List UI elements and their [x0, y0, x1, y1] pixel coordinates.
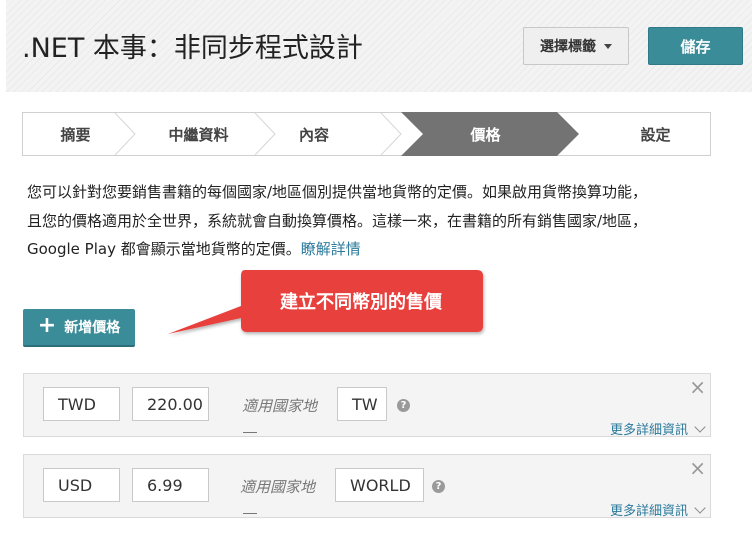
- currency-field[interactable]: USD: [43, 468, 120, 502]
- add-price-button[interactable]: + 新增價格: [23, 309, 135, 347]
- checkbox-partial: [243, 513, 257, 518]
- step-pricing[interactable]: 價格: [428, 113, 543, 155]
- price-amount-field[interactable]: 6.99: [132, 468, 209, 502]
- step-settings[interactable]: 設定: [603, 113, 708, 155]
- step-navigation: 摘要 中繼資料 內容 價格 設定: [22, 112, 711, 156]
- callout-text: 建立不同幣別的售價: [280, 292, 442, 313]
- step-separator-icon: [380, 113, 402, 155]
- step-content[interactable]: 內容: [273, 113, 355, 155]
- pricing-description: 您可以針對您要銷售書籍的每個國家/地區個別提供當地貨幣的定價。如果啟用貨幣換算功…: [27, 178, 707, 264]
- book-header: .NET 本事：非同步程式設計 選擇標籤 儲存: [6, 0, 752, 92]
- help-icon[interactable]: ?: [432, 480, 445, 493]
- applies-to-label: 適用國家地: [242, 397, 318, 415]
- save-button[interactable]: 儲存: [648, 27, 743, 65]
- more-details-toggle[interactable]: 更多詳細資訊: [609, 419, 706, 438]
- description-line: 且您的價格適用於全世界，系統就會自動換算價格。這樣一來，在書籍的所有銷售國家/地…: [27, 211, 648, 230]
- checkbox-partial: [243, 432, 257, 437]
- region-field[interactable]: WORLD: [335, 468, 424, 502]
- description-line: 您可以針對您要銷售書籍的每個國家/地區個別提供當地貨幣的定價。如果啟用貨幣換算功…: [27, 183, 648, 201]
- applies-to-label: 適用國家地: [240, 478, 316, 496]
- price-card: TWD 220.00 適用國家地 TW ? × 更多詳細資訊: [23, 373, 711, 438]
- book-title: .NET 本事：非同步程式設計: [22, 33, 363, 64]
- region-field[interactable]: TW: [337, 387, 387, 421]
- plus-icon: +: [37, 313, 57, 338]
- more-details-toggle[interactable]: 更多詳細資訊: [609, 500, 706, 519]
- add-price-label: 新增價格: [64, 320, 121, 336]
- close-icon[interactable]: ×: [689, 375, 706, 399]
- chevron-down-icon: [694, 420, 706, 433]
- price-card: USD 6.99 適用國家地 WORLD ? × 更多詳細資訊: [23, 454, 711, 519]
- currency-field[interactable]: TWD: [43, 387, 120, 421]
- help-icon[interactable]: ?: [397, 399, 410, 412]
- close-icon[interactable]: ×: [689, 456, 706, 480]
- learn-more-link[interactable]: 瞭解詳情: [301, 240, 361, 258]
- price-amount-field[interactable]: 220.00: [132, 387, 209, 421]
- step-summary[interactable]: 摘要: [23, 113, 128, 155]
- select-tag-label: 選擇標籤: [540, 39, 596, 55]
- description-line-text: Google Play 都會顯示當地貨幣的定價。: [27, 240, 301, 258]
- more-details-label: 更多詳細資訊: [609, 423, 688, 438]
- more-details-label: 更多詳細資訊: [609, 504, 688, 519]
- chevron-down-icon: [694, 501, 706, 514]
- step-metadata[interactable]: 中繼資料: [141, 113, 256, 155]
- description-line: Google Play 都會顯示當地貨幣的定價。瞭解詳情: [27, 235, 707, 264]
- select-tag-dropdown[interactable]: 選擇標籤: [523, 27, 629, 65]
- caret-down-icon: [604, 43, 612, 49]
